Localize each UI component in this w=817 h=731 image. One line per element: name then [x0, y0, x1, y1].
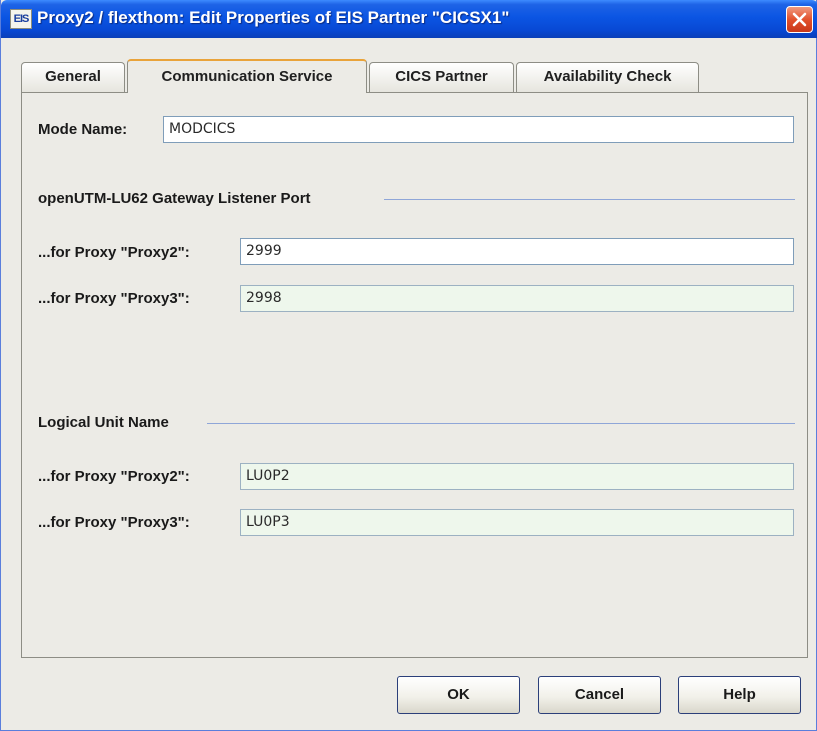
gateway-port-proxy2-label: ...for Proxy "Proxy2": — [38, 244, 190, 261]
edit-properties-dialog: EIS Proxy2 / flexthom: Edit Properties o… — [0, 0, 817, 731]
close-button[interactable] — [786, 6, 813, 33]
title-bar[interactable]: EIS Proxy2 / flexthom: Edit Properties o… — [1, 0, 817, 38]
section-divider — [384, 199, 795, 200]
cancel-button[interactable]: Cancel — [538, 676, 661, 714]
lu-name-proxy2-label: ...for Proxy "Proxy2": — [38, 468, 190, 485]
gateway-port-proxy2-input[interactable]: 2999 — [240, 238, 794, 265]
tab-general[interactable]: General — [21, 62, 125, 92]
lu-name-proxy2-field[interactable]: LU0P2 — [240, 463, 794, 490]
tab-cics-partner[interactable]: CICS Partner — [369, 62, 514, 92]
section-divider — [207, 423, 795, 424]
close-icon — [792, 12, 807, 27]
gateway-listener-port-heading: openUTM-LU62 Gateway Listener Port — [38, 190, 311, 207]
help-button[interactable]: Help — [678, 676, 801, 714]
lu-name-proxy3-field[interactable]: LU0P3 — [240, 509, 794, 536]
tab-communication-service[interactable]: Communication Service — [127, 59, 367, 93]
communication-service-panel — [21, 92, 808, 658]
lu-name-proxy3-label: ...for Proxy "Proxy3": — [38, 514, 190, 531]
tab-availability-check[interactable]: Availability Check — [516, 62, 699, 92]
eis-app-icon: EIS — [10, 9, 32, 29]
gateway-port-proxy3-field[interactable]: 2998 — [240, 285, 794, 312]
window-title: Proxy2 / flexthom: Edit Properties of EI… — [37, 8, 510, 27]
gateway-port-proxy3-label: ...for Proxy "Proxy3": — [38, 290, 190, 307]
logical-unit-name-heading: Logical Unit Name — [38, 414, 169, 431]
mode-name-label: Mode Name: — [38, 121, 128, 138]
mode-name-input[interactable]: MODCICS — [163, 116, 794, 143]
ok-button[interactable]: OK — [397, 676, 520, 714]
